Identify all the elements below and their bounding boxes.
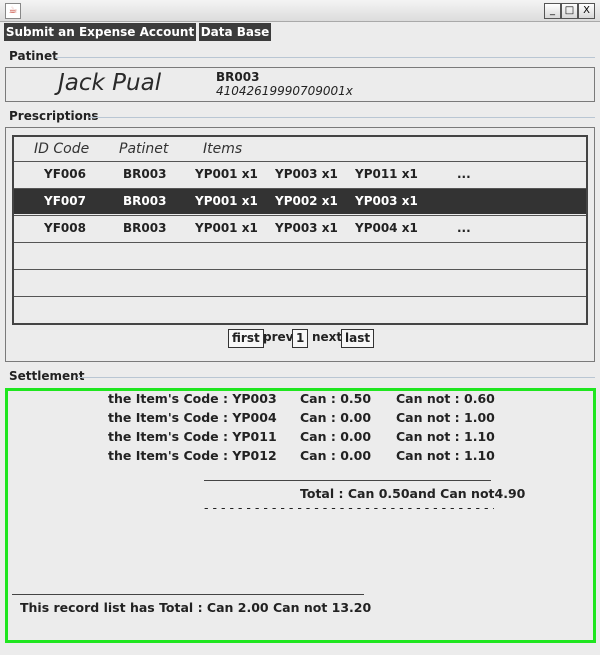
column-header-items: Items (203, 141, 243, 157)
settlement-item-can: Can : 0.00 (300, 429, 372, 444)
settlement-total: Total : Can 0.50and Can not4.90 (300, 486, 526, 501)
database-button[interactable]: Data Base (199, 23, 271, 41)
maximize-button[interactable]: □ (561, 3, 578, 19)
prescriptions-section-title: Prescriptions (9, 109, 99, 123)
settlement-item-code: the Item's Code : YP004 (108, 410, 277, 425)
settlement-item-can: Can : 0.50 (300, 391, 372, 406)
row-divider (14, 269, 586, 270)
last-page-button[interactable]: last (341, 329, 375, 348)
prev-page-button[interactable]: prev (263, 329, 293, 346)
cell-patient: BR003 (123, 167, 167, 181)
settlement-item-code: the Item's Code : YP011 (108, 429, 277, 444)
minimize-button[interactable]: _ (544, 3, 561, 19)
patient-code: 41042619990709001x (216, 84, 353, 98)
patient-section-title: Patinet (9, 49, 58, 63)
table-row[interactable]: YF008 BR003 YP001 x1 YP003 x1 YP004 x1 .… (14, 216, 586, 241)
next-page-button[interactable]: next (312, 329, 342, 346)
settlement-item-cannot: Can not : 1.10 (396, 448, 495, 463)
settlement-item-code: the Item's Code : YP003 (108, 391, 277, 406)
page-number[interactable]: 1 (292, 329, 309, 348)
cell-patient: BR003 (123, 221, 167, 235)
cell-item: YP001 x1 (195, 194, 258, 208)
cell-id: YF007 (44, 194, 86, 208)
divider (77, 377, 595, 378)
prescriptions-table: ID Code Patinet Items YF006 BR003 YP001 … (12, 135, 588, 325)
cell-item: YP001 x1 (195, 221, 258, 235)
row-divider (14, 242, 586, 243)
cell-item: YP003 x1 (275, 167, 338, 181)
record-list-total: This record list has Total : Can 2.00 Ca… (20, 600, 372, 615)
cell-patient: BR003 (123, 194, 167, 208)
column-header-patient: Patinet (119, 141, 169, 157)
settlement-item-cannot: Can not : 1.00 (396, 410, 495, 425)
cell-item: YP001 x1 (195, 167, 258, 181)
cell-item: YP004 x1 (355, 221, 418, 235)
dashed-divider: - - - - - - - - - - - - - - - - - - - - … (204, 500, 494, 515)
divider (55, 57, 595, 58)
cell-item: YP011 x1 (355, 167, 418, 181)
table-row-selected[interactable]: YF007 BR003 YP001 x1 YP002 x1 YP003 x1 (14, 189, 586, 214)
divider (204, 480, 491, 481)
patient-id: BR003 (216, 70, 260, 84)
divider (12, 594, 364, 595)
title-bar (0, 0, 600, 22)
cell-item: YP003 x1 (355, 194, 418, 208)
cell-id: YF006 (44, 167, 86, 181)
settlement-section-title: Settlement (9, 369, 85, 383)
cell-item: YP003 x1 (275, 221, 338, 235)
submit-expense-button[interactable]: Submit an Expense Account (4, 23, 196, 41)
cell-more: ... (457, 221, 471, 235)
row-divider (14, 296, 586, 297)
column-header-id: ID Code (34, 141, 90, 157)
java-icon: ☕ (5, 3, 21, 19)
cell-id: YF008 (44, 221, 86, 235)
patient-name: Jack Pual (58, 70, 162, 96)
settlement-item-cannot: Can not : 0.60 (396, 391, 495, 406)
table-row[interactable]: YF006 BR003 YP001 x1 YP003 x1 YP011 x1 .… (14, 162, 586, 187)
settlement-item-code: the Item's Code : YP012 (108, 448, 277, 463)
settlement-item-can: Can : 0.00 (300, 410, 372, 425)
divider (89, 117, 595, 118)
settlement-item-cannot: Can not : 1.10 (396, 429, 495, 444)
first-page-button[interactable]: first (228, 329, 264, 348)
cell-more: ... (457, 167, 471, 181)
cell-item: YP002 x1 (275, 194, 338, 208)
settlement-item-can: Can : 0.00 (300, 448, 372, 463)
close-button[interactable]: X (578, 3, 595, 19)
